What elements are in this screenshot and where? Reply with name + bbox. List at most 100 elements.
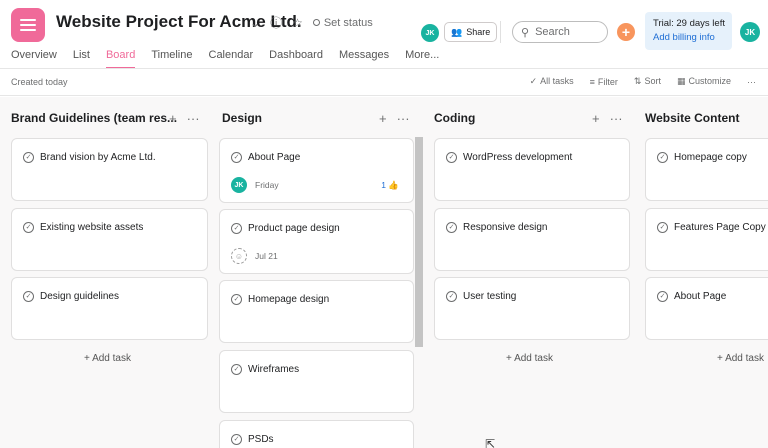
customize-button[interactable]: ▦ Customize — [677, 76, 731, 87]
tab-more[interactable]: More... — [405, 49, 439, 69]
tab-list[interactable]: List — [73, 49, 90, 69]
add-icon[interactable]: + — [169, 111, 177, 126]
toolbar-actions: ✓ All tasks ≡ Filter ⇅ Sort ▦ Customize ··· — [530, 76, 756, 87]
add-icon[interactable]: + — [592, 111, 600, 126]
task-card[interactable]: ✓ User testing — [434, 277, 630, 340]
add-task-button[interactable]: + Add task — [84, 353, 131, 364]
task-card[interactable]: ✓ WordPress development — [434, 138, 630, 201]
board-column: Brand Guidelines (team res... + ··· ✓ Bra… — [11, 97, 208, 448]
tab-calendar[interactable]: Calendar — [209, 49, 254, 69]
tab-timeline[interactable]: Timeline — [151, 49, 192, 69]
search-placeholder: Search — [535, 26, 570, 38]
task-card[interactable]: ✓ Wireframes — [219, 350, 414, 413]
column-title[interactable]: Website Content — [645, 111, 739, 125]
tab-board[interactable]: Board — [105, 49, 136, 69]
project-list-icon[interactable] — [11, 8, 45, 42]
check-circle-icon: ✓ — [529, 76, 538, 86]
member-avatar[interactable]: JK — [421, 24, 439, 42]
info-icon[interactable]: ⓘ — [270, 14, 282, 31]
task-card[interactable]: ✓ Design guidelines — [11, 277, 208, 340]
customize-icon: ▦ — [676, 76, 686, 86]
set-status-button[interactable]: Set status — [312, 17, 373, 29]
board: Brand Guidelines (team res... + ··· ✓ Bra… — [0, 97, 768, 448]
chevron-down-icon[interactable]: ⌄ — [250, 16, 260, 30]
due-date[interactable]: Friday — [255, 180, 279, 190]
all-tasks-button[interactable]: ✓ All tasks — [530, 76, 574, 87]
view-tabs: Overview List Board Timeline Calendar Da… — [11, 49, 439, 69]
more-options-icon[interactable]: ··· — [187, 111, 200, 126]
check-icon[interactable]: ✓ — [231, 434, 242, 445]
unassigned-avatar-icon[interactable]: ☺ — [231, 248, 247, 264]
check-icon[interactable]: ✓ — [446, 152, 457, 163]
sort-button[interactable]: ⇅ Sort — [634, 76, 661, 87]
check-icon[interactable]: ✓ — [23, 291, 34, 302]
task-card[interactable]: ✓ Responsive design — [434, 208, 630, 271]
task-name: Responsive design — [463, 222, 548, 233]
header-divider — [500, 21, 501, 43]
add-task-button[interactable]: + Add task — [506, 353, 553, 364]
column-actions: + ··· — [379, 111, 410, 126]
column-actions: + ··· — [169, 111, 200, 126]
sort-icon: ⇅ — [633, 76, 642, 86]
task-card[interactable]: ✓ Homepage design — [219, 280, 414, 343]
task-name: PSDs — [248, 434, 274, 445]
task-name: Features Page Copy — [674, 222, 766, 233]
tab-messages[interactable]: Messages — [339, 49, 389, 69]
like-count[interactable]: 1 👍 — [381, 180, 399, 191]
share-button[interactable]: 👥 Share — [444, 22, 498, 42]
check-icon[interactable]: ✓ — [231, 152, 242, 163]
task-name: Wireframes — [248, 364, 300, 375]
check-icon[interactable]: ✓ — [657, 152, 668, 163]
star-icon[interactable]: ☆ — [292, 16, 303, 30]
status-dot-icon — [312, 19, 320, 26]
tab-overview[interactable]: Overview — [11, 49, 57, 69]
assignee-avatar[interactable]: JK — [231, 177, 247, 193]
trial-banner: Trial: 29 days left Add billing info — [645, 12, 732, 50]
tab-dashboard[interactable]: Dashboard — [269, 49, 323, 69]
all-tasks-label: All tasks — [540, 76, 574, 86]
task-card[interactable]: ✓ Existing website assets — [11, 208, 208, 271]
task-name: User testing — [463, 291, 517, 302]
check-icon[interactable]: ✓ — [231, 223, 242, 234]
column-title[interactable]: Brand Guidelines (team res... — [11, 111, 177, 125]
header: Website Project For Acme Ltd. ⌄ ⓘ ☆ Set … — [0, 0, 768, 69]
task-card[interactable]: ✓ PSDs — [219, 420, 414, 448]
more-options-icon[interactable]: ··· — [747, 77, 756, 87]
created-label: Created today — [11, 77, 68, 87]
check-icon[interactable]: ✓ — [446, 291, 457, 302]
board-column: Coding + ··· ✓ WordPress development ✓ Res… — [434, 97, 631, 448]
search-input[interactable]: ⚲ Search — [512, 21, 608, 43]
task-card[interactable]: ✓ Brand vision by Acme Ltd. — [11, 138, 208, 201]
check-icon[interactable]: ✓ — [23, 222, 34, 233]
column-title[interactable]: Coding — [434, 111, 475, 125]
quick-add-button[interactable]: + — [617, 23, 635, 41]
people-icon: 👥 — [451, 26, 463, 37]
filter-button[interactable]: ≡ Filter — [590, 77, 618, 87]
task-card[interactable]: ✓ About Page JK Friday 1 👍 — [219, 138, 414, 203]
more-options-icon[interactable]: ··· — [610, 111, 623, 126]
title-actions: ⌄ ⓘ ☆ Set status — [250, 14, 373, 31]
check-icon[interactable]: ✓ — [446, 222, 457, 233]
add-task-button[interactable]: + Add task — [717, 353, 764, 364]
task-name: Existing website assets — [40, 222, 144, 233]
add-billing-link[interactable]: Add billing info — [653, 31, 724, 45]
add-icon[interactable]: + — [379, 111, 387, 126]
mouse-cursor-icon: ⇱ — [485, 437, 496, 448]
task-card[interactable]: ✓ Product page design ☺ Jul 21 — [219, 209, 414, 274]
task-card[interactable]: ✓ Homepage copy — [645, 138, 768, 201]
check-icon[interactable]: ✓ — [23, 152, 34, 163]
check-icon[interactable]: ✓ — [231, 364, 242, 375]
task-name: Brand vision by Acme Ltd. — [40, 152, 156, 163]
column-title[interactable]: Design — [222, 111, 262, 125]
due-date[interactable]: Jul 21 — [255, 251, 278, 261]
column-scrollbar[interactable] — [415, 137, 423, 347]
check-icon[interactable]: ✓ — [657, 291, 668, 302]
like-count-value: 1 — [381, 180, 387, 190]
more-options-icon[interactable]: ··· — [397, 111, 410, 126]
task-name: About Page — [674, 291, 727, 302]
task-card[interactable]: ✓ Features Page Copy — [645, 208, 768, 271]
check-icon[interactable]: ✓ — [657, 222, 668, 233]
task-card[interactable]: ✓ About Page — [645, 277, 768, 340]
check-icon[interactable]: ✓ — [231, 294, 242, 305]
user-avatar[interactable]: JK — [740, 22, 760, 42]
